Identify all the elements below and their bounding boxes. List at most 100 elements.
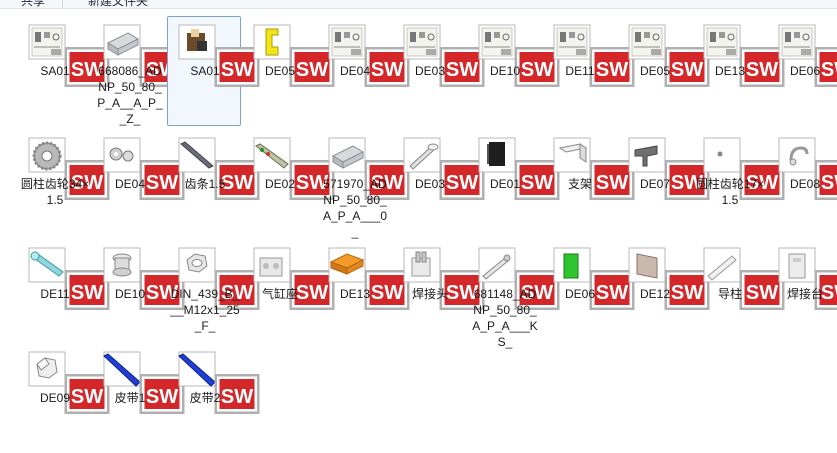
solidworks-badge-icon: SW <box>511 270 529 286</box>
file-label: DE10 <box>470 63 540 79</box>
solidworks-badge-icon: SW <box>511 47 529 63</box>
solidworks-badge-icon: SW <box>136 160 154 176</box>
file-item[interactable]: SWDE05 <box>617 16 691 126</box>
solidworks-badge-icon: SW <box>661 270 679 286</box>
solidworks-badge-icon: SW <box>811 270 829 286</box>
file-item[interactable]: SWDE02 <box>242 129 316 239</box>
file-item[interactable]: SW皮带2 <box>167 343 241 453</box>
drawing-sheet-icon: SW <box>777 23 829 63</box>
solidworks-badge-icon: SW <box>661 47 679 63</box>
file-item[interactable]: SWDIN_439_B___M12x1_25_F_ <box>167 239 241 349</box>
guide-pillar-icon: SW <box>702 246 754 286</box>
file-item[interactable]: SWDE06 <box>542 239 616 349</box>
solidworks-badge-icon: SW <box>61 374 79 390</box>
weld-head-icon: SW <box>402 246 454 286</box>
solidworks-badge-icon: SW <box>811 160 829 176</box>
file-label: DE05 <box>245 63 315 79</box>
file-item[interactable]: SWDE05 <box>242 16 316 126</box>
solidworks-badge-icon: SW <box>211 47 229 63</box>
file-item[interactable]: SW支架 <box>542 129 616 239</box>
file-item[interactable]: SWDE04 <box>317 16 391 126</box>
file-label: DE01 <box>470 176 540 192</box>
orange-plate-icon: SW <box>327 246 379 286</box>
solidworks-badge-icon: SW <box>436 160 454 176</box>
file-item[interactable]: SW圆柱齿轮17×1.5 <box>692 129 766 239</box>
file-label: SA01 <box>170 63 240 79</box>
file-label: 681148_ADNP_50_80_A_P_A___KS_ <box>470 286 540 350</box>
file-label: DE05 <box>620 63 690 79</box>
file-label: 圆柱齿轮17×1.5 <box>695 176 765 208</box>
cylinder-part-icon: SW <box>102 23 154 63</box>
solidworks-badge-icon: SW <box>661 160 679 176</box>
file-label: DE08 <box>770 176 837 192</box>
file-item[interactable]: SW668086_ADNP_50_80_P_A__A_P__Z_ <box>92 16 166 126</box>
file-item[interactable]: SWSA01 <box>17 16 91 126</box>
file-item[interactable]: SWDE03 <box>392 129 466 239</box>
file-item[interactable]: SW齿条1.5 <box>167 129 241 239</box>
file-item[interactable]: SWDE12 <box>617 239 691 349</box>
toolbar-share[interactable]: 共享 <box>21 0 45 9</box>
file-label: DE11 <box>20 286 90 302</box>
cyan-arm-icon: SW <box>27 246 79 286</box>
shaft-icon: SW <box>402 136 454 176</box>
file-item[interactable]: SWDE03 <box>392 16 466 126</box>
solidworks-badge-icon: SW <box>811 47 829 63</box>
toolbar-new-folder[interactable]: 新建文件夹 <box>88 0 148 9</box>
file-label: 支架 <box>545 176 615 192</box>
file-label: DE13 <box>695 63 765 79</box>
solidworks-badge-icon: SW <box>361 47 379 63</box>
file-item[interactable]: SW681148_ADNP_50_80_A_P_A___KS_ <box>467 239 541 349</box>
solidworks-badge-icon: SW <box>586 270 604 286</box>
file-item[interactable]: SWDE07 <box>617 129 691 239</box>
solidworks-badge-icon: SW <box>586 160 604 176</box>
solidworks-badge-icon: SW <box>286 270 304 286</box>
blue-belt-icon: SW <box>177 350 229 390</box>
file-item[interactable]: SWDE04 <box>92 129 166 239</box>
gear-icon: SW <box>27 136 79 176</box>
solidworks-badge-icon: SW <box>136 270 154 286</box>
hook-part-icon: SW <box>777 136 829 176</box>
file-label: DE06 <box>545 286 615 302</box>
solidworks-badge-icon: SW <box>61 160 79 176</box>
solidworks-badge-icon: SW <box>361 270 379 286</box>
file-item[interactable]: SWDE06 <box>767 16 837 126</box>
bracket-icon: SW <box>552 136 604 176</box>
drawing-sheet-icon: SW <box>327 23 379 63</box>
file-item[interactable]: SWDE13 <box>692 16 766 126</box>
file-label: DE09 <box>20 390 90 406</box>
cylinder-seat-icon: SW <box>252 246 304 286</box>
file-item[interactable]: SWSA01 <box>167 16 241 126</box>
file-label: DE11 <box>545 63 615 79</box>
explorer-toolbar: 共享 新建文件夹 <box>0 0 837 9</box>
drawing-sheet-icon: SW <box>627 23 679 63</box>
file-item[interactable]: SWDE11 <box>542 16 616 126</box>
plate-part-icon: SW <box>627 246 679 286</box>
file-item[interactable]: SWDE01 <box>467 129 541 239</box>
drawing-sheet-icon: SW <box>552 23 604 63</box>
file-item[interactable]: SWDE10 <box>467 16 541 126</box>
solidworks-badge-icon: SW <box>736 47 754 63</box>
hex-part-icon: SW <box>27 350 79 390</box>
file-item[interactable]: SWDE13 <box>317 239 391 349</box>
file-label: 齿条1.5 <box>170 176 240 192</box>
file-item[interactable]: SW焊接头 <box>392 239 466 349</box>
file-item[interactable]: SW皮带1 <box>92 343 166 453</box>
cylinder-part-icon: SW <box>327 136 379 176</box>
file-item[interactable]: SWDE11 <box>17 239 91 349</box>
file-label: 导柱 <box>695 286 765 302</box>
solidworks-badge-icon: SW <box>136 374 154 390</box>
file-item[interactable]: SWDE08 <box>767 129 837 239</box>
file-label: 焊接台 <box>770 286 837 302</box>
file-item[interactable]: SWDE10 <box>92 239 166 349</box>
file-label: DE12 <box>620 286 690 302</box>
file-item[interactable]: SW571970_ADNP_50_80_A_P_A___0_ <box>317 129 391 239</box>
green-block-icon: SW <box>552 246 604 286</box>
file-item[interactable]: SW焊接台 <box>767 239 837 349</box>
file-label: DIN_439_B___M12x1_25_F_ <box>170 286 240 334</box>
file-item[interactable]: SW导柱 <box>692 239 766 349</box>
solidworks-badge-icon: SW <box>211 374 229 390</box>
file-item[interactable]: SW圆柱齿轮34×1.5 <box>17 129 91 239</box>
file-item[interactable]: SW气缸座 <box>242 239 316 349</box>
file-item[interactable]: SWDE09 <box>17 343 91 453</box>
link-part-icon: SW <box>102 136 154 176</box>
